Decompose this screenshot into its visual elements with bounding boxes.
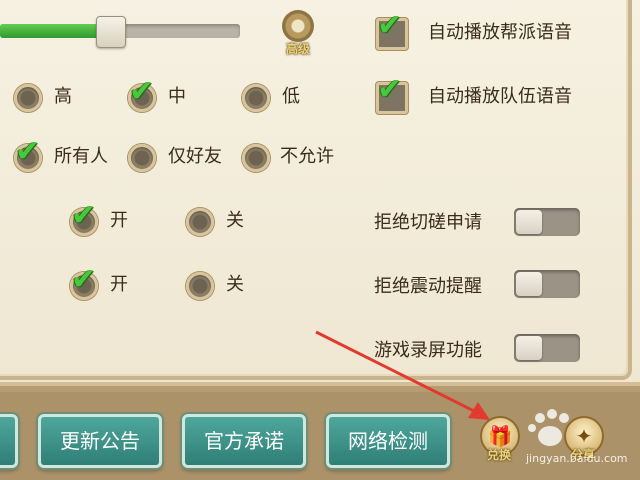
screen-record-toggle[interactable] — [514, 334, 580, 362]
volume-slider-fill — [0, 24, 108, 38]
checkmark-icon: ✔ — [377, 72, 403, 107]
team-voice-label: 自动播放队伍语音 — [428, 86, 572, 107]
volume-slider-handle[interactable] — [96, 16, 126, 48]
quality-low-label: 低 — [282, 86, 300, 107]
row5-off-label: 关 — [226, 274, 244, 295]
checkbox-guild-voice[interactable]: ✔ — [376, 9, 408, 50]
toggle-knob — [516, 272, 542, 296]
checkmark-icon: ✔ — [129, 74, 155, 109]
quality-medium-label: 中 — [168, 86, 186, 107]
toggle-knob — [516, 336, 542, 360]
checkmark-icon: ✔ — [15, 134, 41, 169]
refuse-vibrate-label: 拒绝震动提醒 — [374, 276, 482, 297]
radio-row5-off[interactable] — [186, 272, 214, 300]
advanced-button[interactable]: ✹ 高级 — [276, 6, 320, 56]
row4-off-label: 关 — [226, 210, 244, 231]
advanced-label: 高级 — [285, 42, 310, 56]
visibility-friends-label: 仅好友 — [168, 146, 222, 167]
checkmark-icon: ✔ — [377, 8, 403, 43]
checkmark-icon: ✔ — [71, 262, 97, 297]
baidu-paw-icon — [528, 409, 569, 446]
watermark: jingyan.baidu.com — [520, 408, 640, 478]
watermark-text: jingyan.baidu.com — [526, 452, 628, 465]
redeem-button[interactable]: 🎁 兑换 — [478, 416, 520, 470]
radio-visibility-none[interactable] — [242, 144, 270, 172]
network-check-button[interactable]: 网络检测 — [326, 414, 450, 468]
refuse-duel-label: 拒绝切磋申请 — [374, 212, 482, 233]
radio-visibility-all[interactable]: ✔ — [14, 135, 42, 172]
checkmark-icon: ✔ — [71, 198, 97, 233]
checkbox-team-voice[interactable]: ✔ — [376, 73, 408, 114]
row4-on-label: 开 — [110, 210, 128, 231]
official-promise-button[interactable]: 官方承诺 — [182, 414, 306, 468]
radio-row4-on[interactable]: ✔ — [70, 199, 98, 236]
toggle-knob — [516, 210, 542, 234]
visibility-none-label: 不允许 — [280, 146, 334, 167]
panel-frame — [0, 0, 632, 380]
radio-visibility-friends[interactable] — [128, 144, 156, 172]
screen-record-label: 游戏录屏功能 — [374, 340, 482, 361]
radio-row4-off[interactable] — [186, 208, 214, 236]
quality-high-label: 高 — [54, 86, 72, 107]
row5-on-label: 开 — [110, 274, 128, 295]
partial-left-button[interactable] — [0, 414, 18, 468]
radio-quality-low[interactable] — [242, 84, 270, 112]
radio-quality-high[interactable] — [14, 84, 42, 112]
radio-quality-medium[interactable]: ✔ — [128, 75, 156, 112]
redeem-label: 兑换 — [486, 448, 511, 462]
visibility-all-label: 所有人 — [54, 146, 108, 167]
refuse-vibrate-toggle[interactable] — [514, 270, 580, 298]
guild-voice-label: 自动播放帮派语音 — [428, 22, 572, 43]
radio-row5-on[interactable]: ✔ — [70, 263, 98, 300]
update-notice-button[interactable]: 更新公告 — [38, 414, 162, 468]
refuse-duel-toggle[interactable] — [514, 208, 580, 236]
